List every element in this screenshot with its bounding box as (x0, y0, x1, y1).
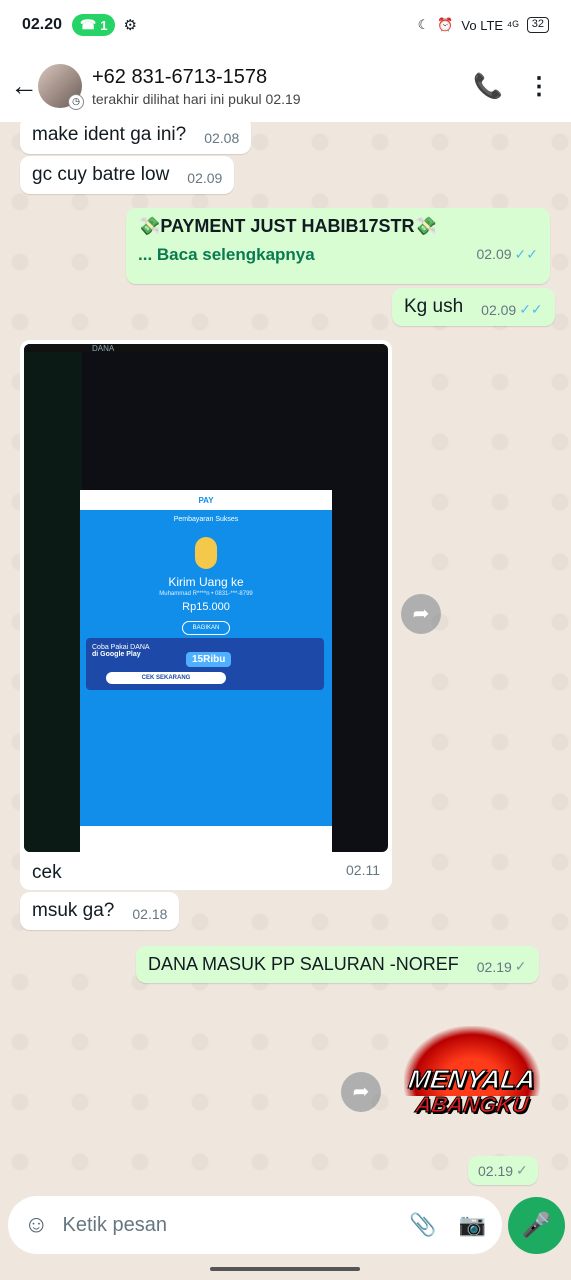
message-composer: ☺ Ketik pesan 📎 📷 (8, 1196, 502, 1254)
ad-cta: CEK SEKARANG (106, 672, 226, 684)
message-time: 02.19 (478, 1163, 514, 1179)
avatar[interactable]: ◷ (38, 64, 84, 110)
add-call-icon[interactable]: 📞 (473, 72, 503, 101)
dana-status: Pembayaran Sukses (173, 516, 239, 523)
status-bar: 02.20 ☎ 1 ⚙ ☾ ⏰ Vo LTE ⁴ᴳ 32 (0, 0, 571, 50)
sticker-line1: MENYALA (406, 1064, 538, 1095)
status-icons: ☾ ⏰ Vo LTE ⁴ᴳ 32 (418, 17, 549, 33)
last-seen: terakhir dilihat hari ini pukul 02.19 (92, 90, 301, 107)
screenshot-topbar: DANA (24, 344, 388, 353)
contact-info[interactable]: +62 831-6713-1578 terakhir dilihat hari … (92, 66, 301, 107)
mic-icon[interactable]: 🎤 (508, 1197, 565, 1254)
gear-icon: ⚙ (123, 17, 137, 34)
forward-icon[interactable]: ➦ (401, 594, 441, 634)
message-time: 02.09 (187, 170, 223, 186)
chat-area[interactable]: make ident ga ini? 02.08 gc cuy batre lo… (0, 122, 571, 1200)
message-time: 02.19 (476, 959, 512, 975)
camera-icon[interactable]: 📷 (459, 1212, 486, 1238)
read-more-link[interactable]: ... Baca selengkapnya (138, 245, 315, 265)
image-caption: cek (32, 862, 62, 883)
single-check-icon: ✓ (516, 1162, 528, 1178)
image-message[interactable]: DANA PAY Pembayaran Sukses Kirim Uang ke… (20, 340, 392, 890)
message-outgoing[interactable]: 💸PAYMENT JUST HABIB17STR💸 ... Baca selen… (126, 208, 550, 284)
message-incoming[interactable]: msuk ga? 02.18 (20, 892, 180, 930)
sticker-line2: ABANGKU (414, 1092, 531, 1118)
status-ring-icon: ◷ (68, 94, 84, 110)
message-time: 02.09 (476, 246, 512, 262)
system-nav-bar (0, 1254, 571, 1280)
message-text: msuk ga? (32, 900, 115, 921)
message-input[interactable]: Ketik pesan (63, 1214, 410, 1237)
signal-text: Vo LTE ⁴ᴳ (461, 17, 519, 33)
pill-count: 1 (100, 17, 108, 33)
more-vert-icon[interactable]: ⋮ (527, 72, 551, 101)
dana-share: BAGIKAN (182, 621, 230, 635)
message-title: 💸PAYMENT JUST HABIB17STR💸 (138, 216, 437, 236)
sticker-icon[interactable]: ☺ (24, 1211, 49, 1239)
home-indicator[interactable] (210, 1267, 360, 1271)
dana-header: PAY (80, 490, 332, 510)
ad-line1: Coba Pakai DANA (92, 644, 150, 651)
message-outgoing[interactable]: Kg ush 02.09 ✓✓ (392, 288, 555, 326)
message-time: 02.09 (481, 302, 517, 318)
paperclip-icon[interactable]: 📎 (409, 1212, 436, 1238)
message-text: Kg ush (404, 296, 464, 317)
coin-icon (195, 537, 217, 569)
double-check-icon: ✓✓ (514, 246, 538, 262)
single-check-icon: ✓ (514, 958, 527, 974)
message-text: gc cuy batre low (32, 164, 170, 185)
dana-recipient: Muhammad R****n • 0831-***-8799 (159, 591, 253, 597)
message-time: 02.11 (346, 862, 380, 878)
dana-amount: Rp15.000 (182, 601, 230, 613)
message-text: make ident ga ini? (32, 124, 187, 145)
double-check-icon: ✓✓ (519, 301, 543, 317)
message-time: 02.08 (204, 130, 240, 146)
status-time: 02.20 (22, 16, 63, 33)
dana-title: Kirim Uang ke (168, 575, 244, 589)
message-incoming[interactable]: gc cuy batre low 02.09 (20, 156, 235, 194)
dana-ad-banner: Coba Pakai DANA di Google Play 15Ribu CE… (86, 638, 324, 690)
message-outgoing[interactable]: DANA MASUK PP SALURAN -NOREF 02.19 ✓ (136, 946, 539, 983)
back-arrow-icon[interactable]: ← (10, 70, 38, 102)
chat-header: ← ◷ +62 831-6713-1578 terakhir dilihat h… (0, 50, 571, 122)
battery: 32 (526, 17, 549, 33)
message-text: DANA MASUK PP SALURAN -NOREF (148, 954, 459, 974)
forward-icon[interactable]: ➦ (341, 1072, 381, 1112)
moon-icon: ☾ (417, 17, 430, 32)
sticker-menyala[interactable]: MENYALA ABANGKU (394, 1026, 550, 1128)
ad-big: 15Ribu (186, 652, 232, 667)
alarm-icon: ⏰ (437, 17, 454, 32)
contact-name: +62 831-6713-1578 (92, 65, 268, 88)
phone-icon: ☎ (80, 17, 97, 32)
dana-footer (80, 826, 332, 852)
screenshot-background (24, 344, 82, 852)
message-incoming[interactable]: make ident ga ini? 02.08 (20, 122, 252, 154)
payment-screenshot[interactable]: DANA PAY Pembayaran Sukses Kirim Uang ke… (24, 344, 388, 852)
sticker-time-badge: 02.19 ✓ (468, 1156, 538, 1185)
message-time: 02.18 (132, 906, 168, 922)
dana-receipt: PAY Pembayaran Sukses Kirim Uang ke Muha… (80, 490, 332, 852)
call-pill[interactable]: ☎ 1 (72, 14, 116, 36)
